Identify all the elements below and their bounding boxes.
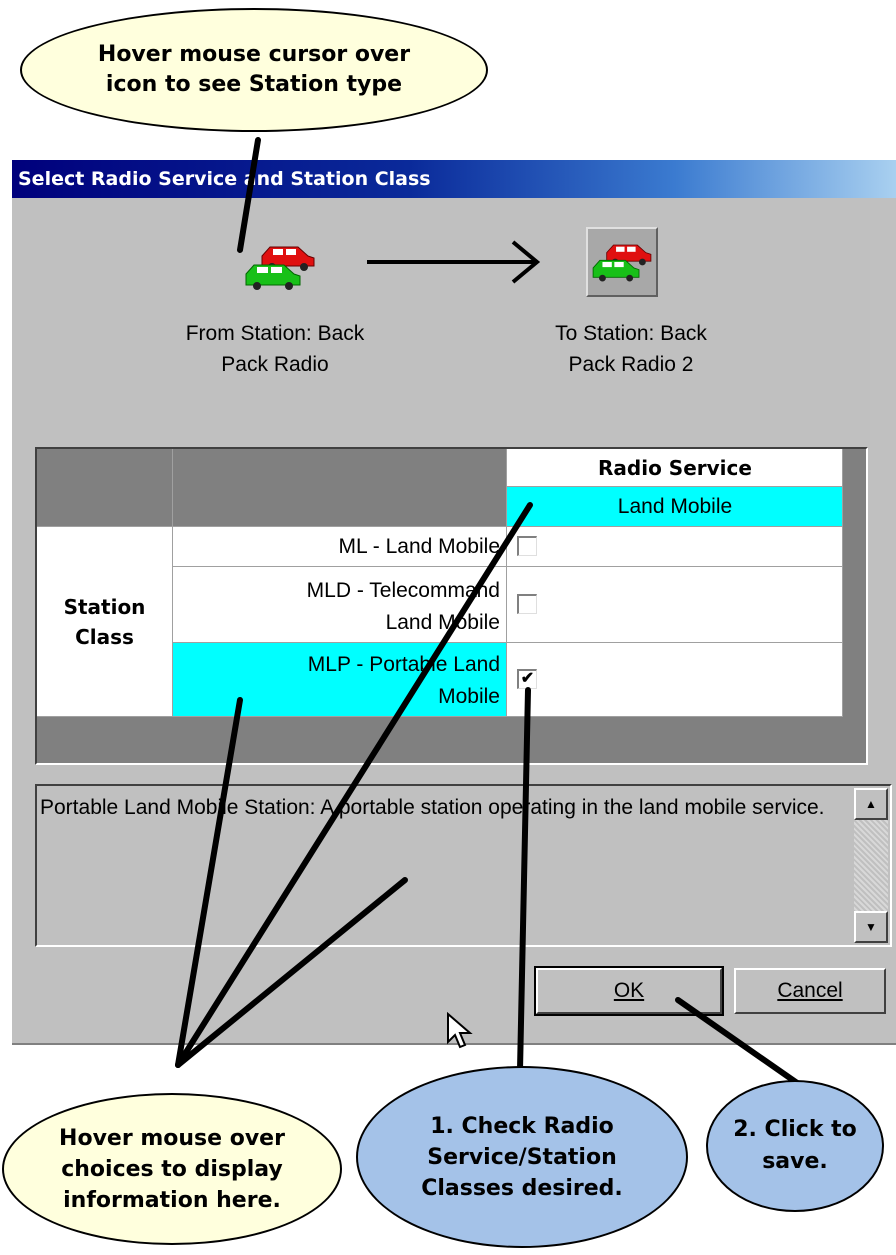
ok-button[interactable]: OK	[534, 966, 724, 1016]
service-land-mobile[interactable]: Land Mobile	[507, 487, 843, 527]
to-station-label: To Station: Back Pack Radio 2	[555, 322, 707, 376]
dialog-title-bar: Select Radio Service and Station Class	[12, 160, 896, 198]
class-row-mld-checkbox[interactable]	[517, 594, 537, 614]
scroll-down-arrow-icon[interactable]: ▼	[854, 911, 888, 943]
callout-check-classes: 1. Check Radio Service/Station Classes d…	[356, 1066, 688, 1248]
select-radio-service-dialog: Select Radio Service and Station Class F…	[12, 160, 896, 1049]
radio-service-header: Radio Service	[507, 449, 843, 487]
class-row-mlp-label: MLP - Portable Land Mobile	[307, 653, 500, 708]
description-text: Portable Land Mobile Station: A portable…	[40, 796, 825, 819]
from-station-label: From Station: Back Pack Radio	[185, 322, 365, 376]
class-row-ml-checkbox[interactable]	[517, 536, 537, 556]
callout-hover-choices: Hover mouse over choices to display info…	[2, 1093, 342, 1245]
callout-hover-icon-text: Hover mouse cursor over icon to see Stat…	[97, 42, 411, 97]
to-station-cars-icon[interactable]	[586, 227, 658, 297]
class-row-mlp-check-cell: ✔	[507, 643, 843, 717]
checkmark-icon: ✔	[520, 670, 535, 687]
callout-hover-choices-text: Hover mouse over choices to display info…	[59, 1125, 285, 1213]
station-class-label: Station Class	[63, 594, 146, 649]
class-row-mld-check-cell	[507, 567, 843, 643]
grid-corner-left	[37, 449, 173, 527]
description-box: Portable Land Mobile Station: A portable…	[35, 784, 892, 947]
from-station-cars-icon[interactable]	[240, 244, 320, 292]
scroll-up-arrow-icon[interactable]: ▲	[854, 788, 888, 820]
callout-hover-icon: Hover mouse cursor over icon to see Stat…	[20, 8, 488, 132]
grid-corner-right	[173, 449, 507, 527]
mouse-pointer-icon	[447, 1012, 473, 1049]
station-class-label-cell: Station Class	[37, 527, 173, 717]
radio-service-header-text: Radio Service	[598, 456, 752, 480]
dialog-title: Select Radio Service and Station Class	[18, 168, 431, 190]
class-row-mld[interactable]: MLD - Telecommand Land Mobile	[173, 567, 507, 643]
class-row-mlp-checkbox[interactable]: ✔	[517, 669, 537, 689]
ok-button-label: OK	[613, 979, 645, 1002]
class-row-mld-label: MLD - Telecommand Land Mobile	[306, 579, 500, 634]
callout-click-save: 2. Click to save.	[706, 1080, 884, 1212]
description-scrollbar[interactable]: ▲ ▼	[854, 788, 888, 943]
cancel-button-label: Cancel	[777, 979, 843, 1002]
class-row-ml-label: ML - Land Mobile	[338, 535, 500, 558]
service-land-mobile-text: Land Mobile	[617, 495, 733, 518]
class-row-ml[interactable]: ML - Land Mobile	[173, 527, 507, 567]
callout-click-save-text: 2. Click to save.	[733, 1117, 857, 1174]
class-row-mlp[interactable]: MLP - Portable Land Mobile	[173, 643, 507, 717]
service-class-grid: Radio Service Land Mobile Station Class …	[35, 447, 868, 765]
class-row-ml-check-cell	[507, 527, 843, 567]
arrow-right-icon	[367, 240, 541, 284]
cancel-button[interactable]: Cancel	[734, 968, 886, 1014]
callout-check-classes-text: 1. Check Radio Service/Station Classes d…	[421, 1113, 623, 1201]
